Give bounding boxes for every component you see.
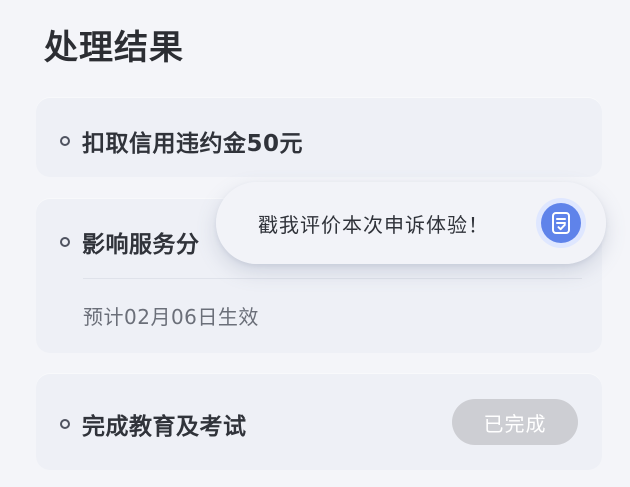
effective-date-note: 预计02月06日生效 bbox=[83, 305, 259, 329]
page-title: 处理结果 bbox=[44, 28, 184, 68]
education-label: 完成教育及考试 bbox=[82, 414, 247, 440]
bullet-dot-icon bbox=[60, 419, 70, 429]
result-card-education: 完成教育及考试 已完成 bbox=[36, 373, 602, 470]
result-row-service-score: 影响服务分 bbox=[60, 225, 200, 259]
status-badge: 已完成 bbox=[452, 399, 578, 445]
card-divider bbox=[83, 278, 582, 279]
feedback-icon-inner[interactable] bbox=[541, 203, 581, 243]
bullet-dot-icon bbox=[60, 237, 70, 247]
result-row-education: 完成教育及考试 bbox=[60, 407, 247, 441]
result-row-penalty: 扣取信用违约金50元 bbox=[60, 124, 303, 158]
penalty-label: 扣取信用违约金50元 bbox=[82, 131, 304, 157]
feedback-prompt-text[interactable]: 戳我评价本次申诉体验！ bbox=[258, 209, 489, 238]
result-card-penalty: 扣取信用违约金50元 bbox=[36, 97, 602, 177]
feedback-doc-icon bbox=[550, 211, 572, 235]
bullet-dot-icon bbox=[60, 136, 70, 146]
feedback-bubble[interactable]: 戳我评价本次申诉体验！ bbox=[216, 182, 606, 264]
service-score-label: 影响服务分 bbox=[82, 232, 200, 258]
feedback-button[interactable] bbox=[536, 198, 586, 248]
